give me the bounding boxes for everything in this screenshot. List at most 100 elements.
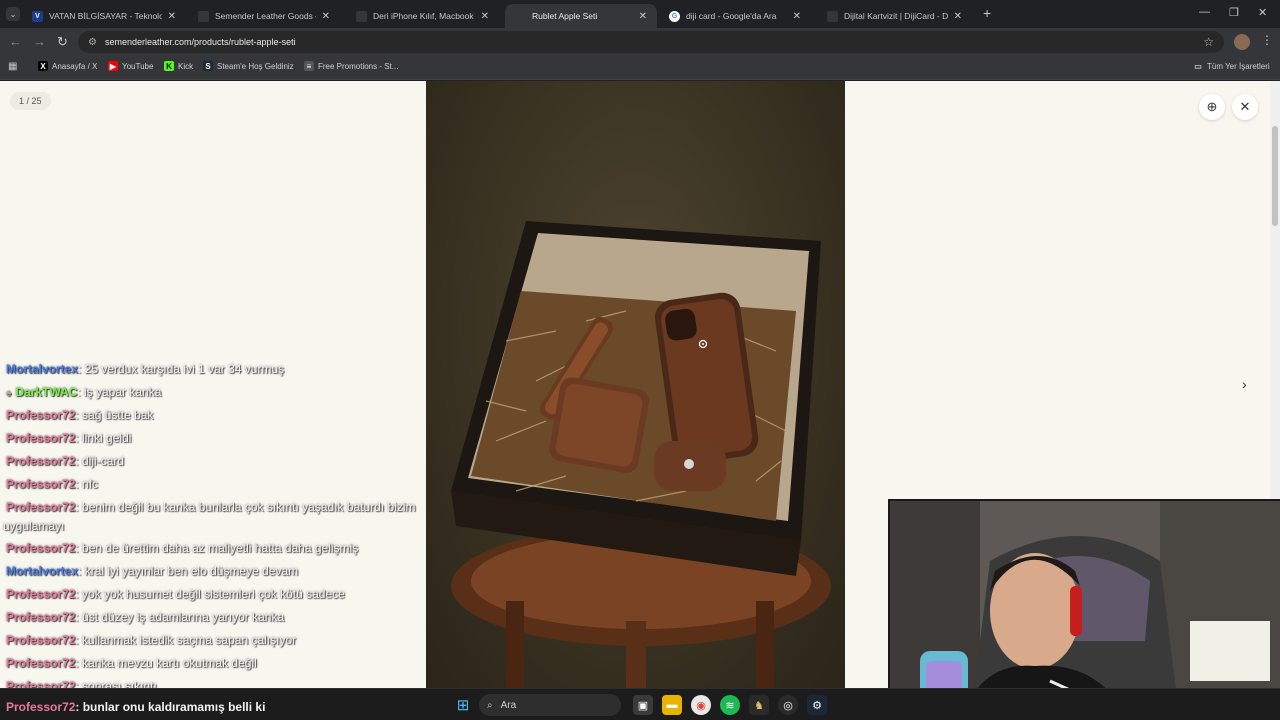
bookmark-item[interactable]: X Anasayfa / X: [38, 61, 97, 71]
chat-message: uygulamayı: [3, 519, 64, 533]
folder-icon: ▭: [1194, 61, 1202, 71]
next-image-button[interactable]: ›: [1242, 376, 1247, 392]
bookmarks-bar: ▦ X Anasayfa / X ▶ YouTube K Kick S Steam'e Hoş…: [0, 56, 1280, 80]
url-text: semenderleather.com/products/rublet-appl…: [104, 37, 296, 47]
chat-text: : benim değil bu kanka bunlarla çok sıkı…: [75, 500, 416, 514]
chat-text: : kullanmak istedik saçma sapan çalışıyo…: [75, 633, 297, 647]
tab-title: Deri iPhone Kılıf, Macbook Kılıf: [373, 11, 475, 21]
close-icon: ✕: [1239, 99, 1251, 114]
tab-favicon-icon: G: [669, 10, 680, 22]
menu-icon[interactable]: ⋮: [1261, 33, 1273, 47]
stack-icon: ≡: [304, 61, 314, 71]
chat-username: Professor72: [6, 541, 76, 555]
chat-text: : bunlar onu kaldıramamış belli ki: [75, 700, 266, 714]
streamer-webcam: [888, 499, 1280, 720]
chat-username: Professor72: [6, 587, 76, 601]
taskbar-search[interactable]: ⌕ Ara: [479, 694, 621, 716]
minimize-icon[interactable]: —: [1199, 6, 1210, 18]
chat-text: : nfc: [75, 477, 99, 491]
chat-text: : üst düzey iş adamlarına yarıyor kanka: [75, 610, 285, 624]
tab-title: Dijital Kartvizit | DijiCard - Diji C: [844, 11, 948, 21]
task-view-icon[interactable]: ▣: [633, 695, 653, 715]
zoom-in-icon: ⊕: [1206, 99, 1218, 114]
tab-close-icon[interactable]: ✕: [481, 11, 489, 22]
restore-icon[interactable]: ❐: [1229, 6, 1239, 19]
taskbar-search-label: Ara: [500, 699, 517, 711]
chat-text: uygulamayı: [3, 519, 65, 533]
chevron-right-icon: ›: [1242, 376, 1247, 392]
chat-username: DarkTWAC: [15, 385, 78, 399]
close-window-icon[interactable]: ✕: [1258, 6, 1267, 19]
chat-message: Professor72: diji-card: [6, 454, 124, 468]
tab-favicon-icon: [827, 10, 838, 22]
chat-text: : diji-card: [75, 454, 125, 468]
app-icon[interactable]: ♞: [749, 695, 769, 715]
site-info-icon[interactable]: ⚙: [88, 37, 97, 48]
chat-message: Professor72: linki geldi: [6, 431, 131, 445]
chat-text: : iş yapar kanka: [77, 385, 162, 399]
address-bar[interactable]: ⚙ semenderleather.com/products/rublet-ap…: [78, 31, 1224, 53]
scrollbar-thumb[interactable]: [1272, 126, 1278, 226]
tab-favicon-icon: [198, 10, 209, 22]
chat-username: Professor72: [6, 700, 76, 714]
youtube-icon: ▶: [108, 61, 118, 71]
browser-tab[interactable]: V VATAN BİLGİSAYAR - Teknoloji Z ✕: [22, 4, 186, 28]
tab-close-icon[interactable]: ✕: [793, 11, 801, 22]
chat-username: Mortalvortex: [6, 564, 79, 578]
kick-icon: K: [164, 61, 174, 71]
tab-favicon-icon: [356, 10, 367, 22]
spotify-icon[interactable]: ≋: [720, 695, 740, 715]
new-tab-button[interactable]: +: [983, 5, 991, 21]
windows-start-icon[interactable]: ⊞: [453, 695, 473, 715]
chat-message: Professor72: kullanmak istedik saçma sap…: [6, 633, 296, 647]
chat-text: : linki geldi: [75, 431, 132, 445]
all-bookmarks-label: Tüm Yer İşaretleri: [1207, 61, 1270, 71]
tab-close-icon[interactable]: ✕: [322, 11, 330, 22]
browser-tab[interactable]: Semender Leather Goods – Sem ✕: [188, 4, 340, 28]
close-lightbox-button[interactable]: ✕: [1232, 94, 1258, 120]
tab-favicon-icon: V: [32, 10, 43, 22]
bookmark-label: YouTube: [122, 61, 154, 71]
obs-icon[interactable]: ◎: [778, 695, 798, 715]
chat-message: Mortalvortex: kral iyi yayınlar ben elo …: [6, 564, 298, 578]
chat-username: Professor72: [6, 477, 76, 491]
forward-icon[interactable]: →: [33, 34, 46, 49]
chat-username: Professor72: [6, 633, 76, 647]
chrome-icon[interactable]: ◉: [691, 695, 711, 715]
bookmark-item[interactable]: K Kick: [164, 61, 193, 71]
bookmark-label: Steam'e Hoş Geldiniz: [217, 61, 294, 71]
chat-text: : sağ üstte bak: [75, 408, 154, 422]
steam-icon: S: [203, 61, 213, 71]
browser-tab[interactable]: Gdiji card - Google'da Ara ✕: [659, 4, 811, 28]
bookmark-item[interactable]: ▶ YouTube: [108, 61, 153, 71]
browser-tab[interactable]: Deri iPhone Kılıf, Macbook Kılıf ✕: [346, 4, 499, 28]
chat-message: ♠ DarkTWAC: iş yapar kanka: [6, 385, 161, 399]
tab-title: Semender Leather Goods – Sem: [215, 11, 316, 21]
product-image[interactable]: [426, 81, 845, 688]
reload-icon[interactable]: ↻: [57, 34, 68, 50]
all-bookmarks-folder[interactable]: ▭ Tüm Yer İşaretleri: [1193, 61, 1270, 71]
steam-icon[interactable]: ⚙: [807, 695, 827, 715]
bookmark-item[interactable]: S Steam'e Hoş Geldiniz: [203, 61, 294, 71]
file-explorer-icon[interactable]: ▬: [662, 695, 682, 715]
tab-close-icon[interactable]: ✕: [639, 11, 647, 22]
search-icon: ⌕: [487, 699, 493, 711]
bookmark-label: Kick: [178, 61, 194, 71]
chat-username: Professor72: [6, 408, 76, 422]
tab-close-icon[interactable]: ✕: [954, 11, 962, 22]
bookmark-item[interactable]: ≡ Free Promotions - St...: [304, 61, 398, 71]
tab-close-icon[interactable]: ✕: [168, 11, 176, 22]
zoom-in-button[interactable]: ⊕: [1199, 94, 1225, 120]
bookmark-label: Free Promotions - St...: [318, 61, 399, 71]
bookmark-star-icon[interactable]: ☆: [1203, 35, 1214, 49]
chat-message: Professor72: ben de ürettim daha az mali…: [6, 541, 358, 555]
chat-message: Professor72: benim değil bu kanka bunlar…: [6, 500, 416, 514]
back-icon[interactable]: ←: [9, 34, 22, 49]
tab-search-icon[interactable]: ⌄: [6, 7, 20, 21]
browser-tab[interactable]: Rublet Apple Seti ✕: [505, 4, 657, 28]
profile-avatar[interactable]: [1234, 34, 1250, 50]
chat-username: Professor72: [6, 610, 76, 624]
apps-grid-icon[interactable]: ▦: [8, 61, 17, 72]
tab-title: Rublet Apple Seti: [532, 11, 598, 21]
browser-tab[interactable]: Dijital Kartvizit | DijiCard - Diji C ✕: [817, 4, 972, 28]
